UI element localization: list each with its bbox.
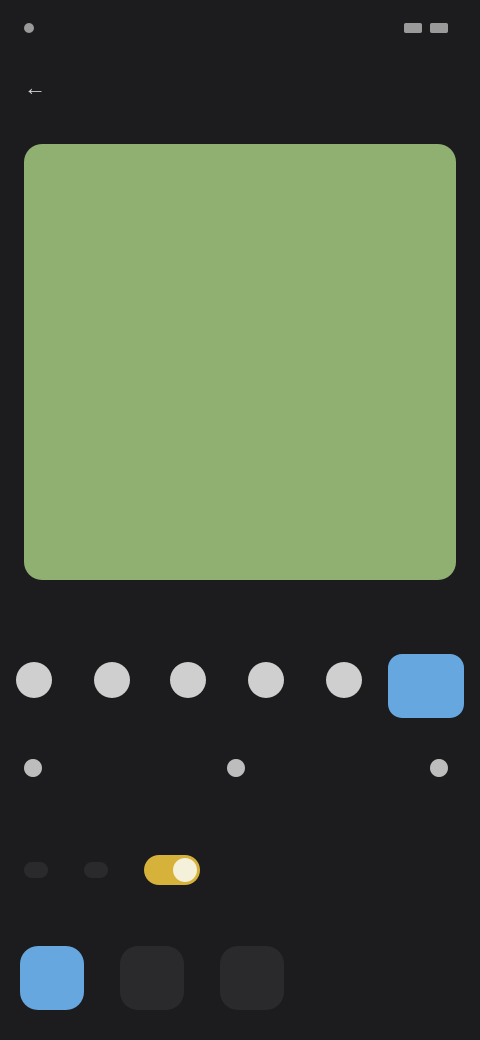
color-swatch-5[interactable] <box>326 662 362 698</box>
color-swatch-4[interactable] <box>248 662 284 698</box>
chip-1[interactable] <box>24 862 48 878</box>
size-button-3[interactable] <box>220 946 284 1010</box>
toggle-switch[interactable] <box>144 855 200 885</box>
status-left <box>24 23 42 33</box>
color-picker <box>0 654 480 728</box>
option-3-icon <box>430 759 448 777</box>
size-picker <box>20 946 284 1010</box>
size-button-1[interactable] <box>20 946 84 1010</box>
back-icon[interactable]: ← <box>24 75 64 101</box>
option-2-icon <box>227 759 245 777</box>
preview-card[interactable] <box>24 144 456 580</box>
color-swatch-2[interactable] <box>94 662 130 698</box>
status-dot-icon <box>24 23 34 33</box>
option-3[interactable] <box>430 759 456 777</box>
color-swatch-1[interactable] <box>16 662 52 698</box>
toggle-knob <box>173 858 197 882</box>
size-button-2[interactable] <box>120 946 184 1010</box>
header: ← <box>0 56 480 120</box>
color-swatch-selected[interactable] <box>388 654 464 718</box>
chip-2[interactable] <box>84 862 108 878</box>
color-swatch-3[interactable] <box>170 662 206 698</box>
toggle-row <box>24 850 456 890</box>
option-1-icon <box>24 759 42 777</box>
option-2[interactable] <box>227 759 253 777</box>
options-row <box>24 748 456 788</box>
option-1[interactable] <box>24 759 50 777</box>
status-bar <box>0 0 480 56</box>
status-right <box>404 23 456 33</box>
battery-icon <box>430 23 448 33</box>
signal-icon <box>404 23 422 33</box>
